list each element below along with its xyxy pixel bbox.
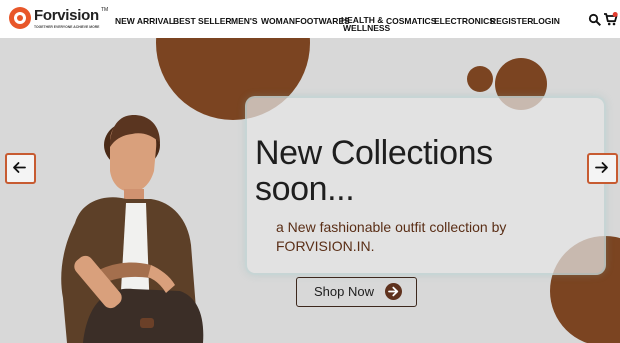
hero-title-line-2: soon... [255, 170, 355, 208]
carousel-prev-button[interactable] [5, 153, 36, 184]
hero-banner: New Collections soon... a New fashionabl… [0, 38, 620, 343]
nav-new-arrival[interactable]: NEW ARRIVAL [115, 16, 174, 26]
nav-woman[interactable]: WOMAN [261, 16, 295, 26]
arrow-left-icon [13, 162, 26, 173]
nav-electronics[interactable]: ELECTRONICS [434, 16, 495, 26]
arrow-right-icon [385, 283, 402, 300]
hero-text-card: New Collections soon... a New fashionabl… [245, 96, 606, 275]
arrow-right-icon [595, 162, 608, 173]
brand-tagline: TOGETHER EVERYONE ACHIEVE MORE [34, 25, 100, 29]
shop-now-label: Shop Now [314, 284, 374, 299]
site-header: Forvision TM TOGETHER EVERYONE ACHIEVE M… [0, 0, 620, 38]
hero-title: New Collections soon... [255, 135, 585, 207]
model-photo [61, 115, 204, 343]
search-icon[interactable] [588, 13, 602, 27]
nav-cosmatics[interactable]: COSMATICS [386, 16, 436, 26]
trademark-symbol: TM [101, 7, 109, 13]
nav-health-wellness[interactable]: HEALTH & WELLNESS [341, 16, 391, 33]
hero-subtitle-line-2: FORVISION.IN. [276, 238, 375, 254]
nav-login[interactable]: LOGIN [533, 16, 560, 26]
nav-mens[interactable]: MEN'S [231, 16, 258, 26]
nav-wellness-label: WELLNESS [343, 23, 391, 33]
shop-now-button[interactable]: Shop Now [296, 277, 417, 307]
nav-register[interactable]: REGISTER [490, 16, 533, 26]
brand-name: Forvision [34, 7, 99, 24]
nav-best-seller[interactable]: BEST SELLER [173, 16, 232, 26]
carousel-next-button[interactable] [587, 153, 618, 184]
decorative-circle-small [467, 66, 493, 92]
hero-title-line-1: New Collections [255, 134, 493, 172]
hero-subtitle: a New fashionable outfit collection by F… [276, 218, 556, 256]
brand-logo[interactable]: Forvision TM TOGETHER EVERYONE ACHIEVE M… [9, 7, 109, 33]
target-logo-icon [9, 7, 31, 29]
cart-icon[interactable] [603, 11, 619, 27]
hero-subtitle-line-1: a New fashionable outfit collection by [276, 219, 507, 235]
